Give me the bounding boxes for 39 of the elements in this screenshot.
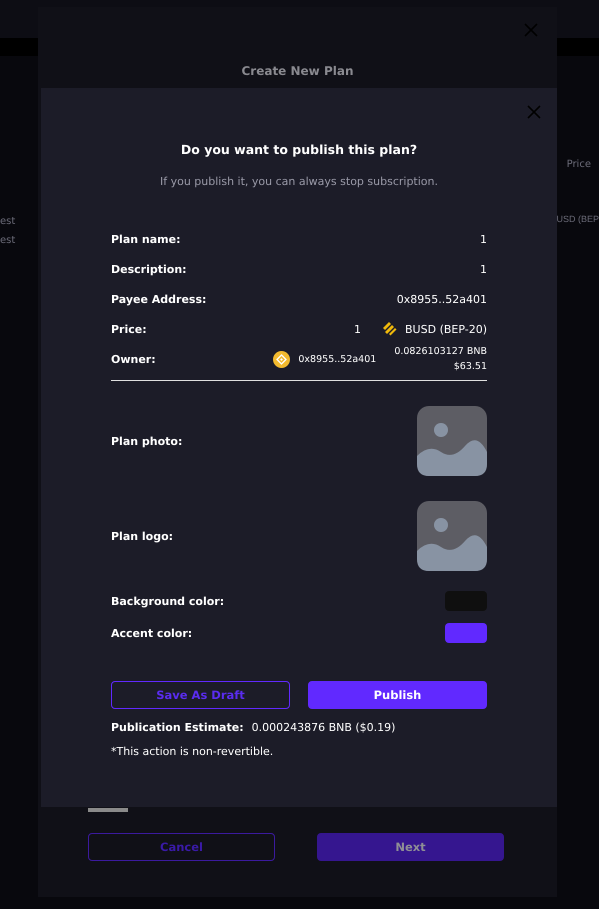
warning-note: *This action is non-revertible. — [111, 745, 274, 758]
table-cell: est — [0, 235, 16, 246]
color-swatch[interactable] — [445, 623, 487, 643]
detail-label: Owner: — [111, 352, 156, 366]
detail-value: 0x8955..52a401 — [396, 292, 487, 306]
publish-button[interactable]: Publish — [308, 681, 487, 709]
table-cell-text: USD (BEP — [556, 214, 599, 226]
close-icon — [527, 105, 541, 119]
image-label: Plan photo: — [111, 434, 182, 448]
close-button[interactable] — [527, 105, 541, 119]
detail-value: 1 — [480, 232, 487, 246]
owner-balance: 0.0826103127 BNB — [394, 346, 487, 357]
detail-value: 1 — [480, 262, 487, 276]
owner-address: 0x8955..52a401 — [298, 354, 376, 364]
estimate-value: 0.000243876 BNB ($0.19) — [252, 721, 396, 734]
save-draft-button[interactable]: Save As Draft — [111, 681, 290, 709]
image-placeholder-icon — [417, 406, 487, 476]
owner-usd-value: $63.51 — [454, 361, 487, 372]
estimate-label: Publication Estimate: — [111, 721, 244, 734]
color-swatch[interactable] — [445, 591, 487, 611]
detail-label: Price: — [111, 322, 147, 336]
modal-title: Create New Plan — [240, 64, 354, 78]
color-label: Background color: — [111, 594, 224, 608]
detail-label: Description: — [111, 262, 187, 276]
column-header: Price — [566, 159, 591, 170]
scroll-handle[interactable] — [88, 808, 128, 812]
detail-label: Plan name: — [111, 232, 180, 246]
table-cell: est — [0, 216, 16, 227]
image-label: Plan logo: — [111, 530, 174, 542]
coin-icon — [273, 350, 290, 368]
image-placeholder-icon — [417, 501, 487, 571]
dialog-subtitle: If you publish it, you can always stop subscription. — [158, 175, 439, 188]
next-button[interactable]: Next — [317, 833, 504, 861]
token-name: BUSD (BEP-20) — [405, 322, 487, 336]
color-label: Accent color: — [111, 626, 192, 640]
token-icon — [381, 321, 398, 337]
dialog-title: Do you want to publish this plan? — [180, 142, 418, 157]
price-amount: 1 — [354, 322, 362, 336]
detail-label: Payee Address: — [111, 292, 206, 306]
